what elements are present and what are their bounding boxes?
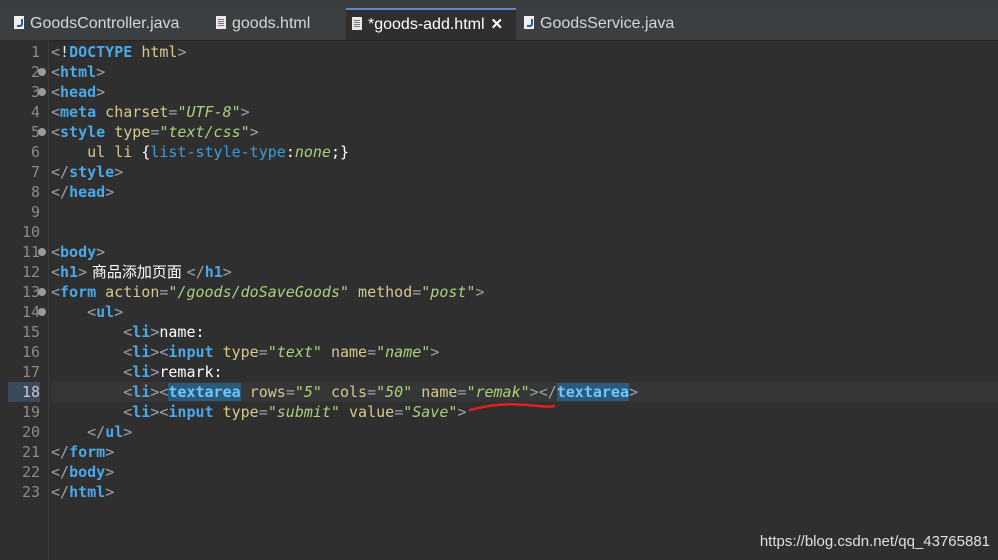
tab-label: goods.html: [232, 15, 311, 32]
line-number: 15: [21, 323, 40, 341]
code-line-18: <li><textarea rows="5" cols="50" name="r…: [123, 383, 639, 401]
tab-label: *goods-add.html: [368, 16, 485, 33]
code-line-22: </body>: [51, 463, 115, 481]
line-number: 20: [21, 423, 40, 441]
line-number: 8: [30, 183, 40, 201]
line-number: 23: [21, 483, 40, 501]
tab-goods-service[interactable]: GoodsService.java: [518, 8, 698, 40]
matched-tag-highlight: textarea: [556, 383, 629, 401]
line-number-current: 18: [21, 383, 40, 401]
line-number: 12: [21, 263, 40, 281]
code-line-23: </html>: [51, 483, 115, 501]
tab-goods-html[interactable]: goods.html: [210, 8, 344, 40]
line-number: 13: [21, 283, 40, 301]
tab-label: GoodsService.java: [540, 15, 675, 32]
editor-tab-bar: GoodsController.java goods.html *goods-a…: [0, 8, 998, 41]
line-number: 2: [30, 63, 40, 81]
fold-icon[interactable]: [38, 88, 46, 96]
line-number-gutter: 1 2 3 4 5 6 7 8 9 10 11 12 13 14 15 16 1…: [0, 40, 49, 560]
line-number: 3: [30, 83, 40, 101]
line-number: 19: [21, 403, 40, 421]
code-line-12: <h1> 商品添加页面 </h1>: [51, 263, 232, 281]
html-file-icon: [216, 16, 226, 29]
code-line-16: <li><input type="text" name="name">: [123, 343, 440, 361]
tab-goods-add-html[interactable]: *goods-add.html ✕: [346, 8, 516, 40]
code-line-11: <body>: [51, 243, 106, 261]
code-line-4: <meta charset="UTF-8">: [51, 103, 250, 121]
code-line-13: <form action="/goods/doSaveGoods" method…: [51, 283, 485, 301]
code-line-21: </form>: [51, 443, 115, 461]
tab-goods-controller[interactable]: GoodsController.java: [8, 8, 208, 40]
code-line-5: <style type="text/css">: [51, 123, 259, 141]
code-line-8: </head>: [51, 183, 115, 201]
html-file-icon: [352, 17, 362, 30]
line-number: 4: [30, 103, 40, 121]
watermark: https://blog.csdn.net/qq_43765881: [759, 533, 990, 550]
code-line-7: </style>: [51, 163, 124, 181]
red-underline-annotation: [468, 402, 556, 412]
line-number: 10: [21, 223, 40, 241]
code-line-17: <li>remark:: [123, 363, 223, 381]
java-file-icon: [524, 16, 534, 29]
fold-icon[interactable]: [38, 128, 46, 136]
code-line-3: <head>: [51, 83, 106, 101]
fold-icon[interactable]: [38, 288, 46, 296]
tab-label: GoodsController.java: [30, 15, 180, 32]
code-line-2: <html>: [51, 63, 106, 81]
line-number: 17: [21, 363, 40, 381]
code-line-1: <!DOCTYPE html>: [51, 43, 187, 61]
matched-tag-highlight: textarea: [168, 383, 241, 401]
line-number: 9: [30, 203, 40, 221]
fold-icon[interactable]: [38, 248, 46, 256]
line-number: 6: [30, 143, 40, 161]
line-number: 22: [21, 463, 40, 481]
code-line-14: <ul>: [87, 303, 124, 321]
code-line-19: <li><input type="submit" value="Save">: [123, 403, 467, 421]
code-editor[interactable]: <!DOCTYPE html> <html> <head> <meta char…: [51, 40, 998, 560]
line-number: 14: [21, 303, 40, 321]
line-number: 7: [30, 163, 40, 181]
line-number: 21: [21, 443, 40, 461]
line-number: 1: [30, 43, 40, 61]
line-number: 5: [30, 123, 40, 141]
code-line-20: </ul>: [87, 423, 133, 441]
java-file-icon: [14, 16, 24, 29]
line-number: 11: [21, 243, 40, 261]
fold-icon[interactable]: [38, 68, 46, 76]
code-line-6: ul li {list-style-type:none;}: [87, 143, 350, 161]
line-number: 16: [21, 343, 40, 361]
close-icon[interactable]: ✕: [491, 10, 504, 40]
code-line-15: <li>name:: [123, 323, 205, 341]
fold-icon[interactable]: [38, 308, 46, 316]
